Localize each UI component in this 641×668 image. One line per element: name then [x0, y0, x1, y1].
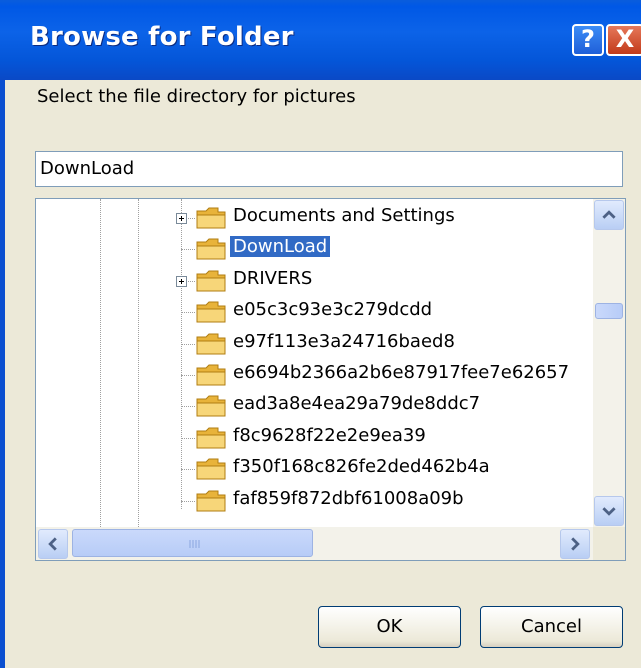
- vertical-scrollbar[interactable]: [593, 199, 625, 527]
- help-icon: ?: [581, 25, 595, 53]
- tree-branch-line: [181, 249, 195, 251]
- scroll-left-button[interactable]: [38, 529, 68, 559]
- folder-icon: [196, 333, 226, 355]
- tree-item-label: DRIVERS: [233, 267, 313, 289]
- folder-icon: [196, 238, 226, 260]
- scroll-down-icon: [602, 507, 616, 516]
- expand-plus-icon[interactable]: [176, 213, 187, 224]
- scroll-right-button[interactable]: [560, 529, 590, 559]
- scroll-left-icon: [48, 537, 57, 551]
- folder-icon: [196, 270, 226, 292]
- folder-tree[interactable]: Documents and Settings DownLoad DRIVERS e05…: [35, 198, 626, 561]
- title-bar[interactable]: Browse for Folder ? X: [0, 0, 641, 80]
- tree-item-label: e6694b2366a2b6e87917fee7e62657: [233, 362, 570, 383]
- grip-icon: [189, 540, 200, 548]
- dialog-prompt: Select the file directory for pictures: [37, 86, 356, 107]
- folder-path-field[interactable]: DownLoad: [35, 151, 623, 187]
- tree-guide-line: [100, 199, 101, 527]
- cancel-button[interactable]: Cancel: [480, 606, 623, 648]
- tree-item-label: Documents and Settings: [233, 205, 455, 226]
- ok-button[interactable]: OK: [318, 606, 461, 648]
- folder-icon: [196, 490, 226, 512]
- tree-branch-line: [181, 406, 195, 408]
- scroll-up-icon: [602, 210, 616, 219]
- folder-icon: [196, 458, 226, 480]
- tree-item-label: f8c9628f22e2e9ea39: [233, 424, 426, 446]
- folder-icon: [196, 207, 226, 229]
- tree-guide-line: [138, 199, 139, 527]
- help-button[interactable]: ?: [572, 24, 604, 56]
- tree-item-label: faf859f872dbf61008a09b: [233, 487, 464, 509]
- tree-item-label: DownLoad: [230, 236, 331, 258]
- tree-branch-line: [181, 343, 195, 345]
- tree-branch-line: [181, 500, 195, 502]
- window-border: [0, 80, 5, 668]
- close-icon: X: [615, 25, 635, 53]
- tree-item-label: e05c3c93e3c279dcdd: [233, 299, 433, 321]
- tree-branch-line: [181, 469, 195, 471]
- tree-branch-line: [181, 375, 195, 376]
- tree-item-label: f350f168c826fe2ded462b4a: [233, 456, 490, 478]
- folder-icon: [196, 301, 226, 323]
- expand-plus-icon[interactable]: [176, 275, 187, 287]
- folder-icon: [196, 427, 226, 449]
- window-title: Browse for Folder: [30, 22, 294, 52]
- close-button[interactable]: X: [606, 24, 641, 56]
- scroll-up-button[interactable]: [594, 200, 624, 230]
- tree-item-label: e97f113e3a24716baed8: [233, 330, 455, 352]
- tree-guide-line: [181, 199, 182, 509]
- scrollbar-corner: [593, 527, 625, 560]
- horizontal-scroll-thumb[interactable]: [72, 529, 313, 557]
- folder-icon: [196, 364, 226, 386]
- tree-branch-line: [181, 312, 195, 314]
- tree-item-label: ead3a8e4ea29a79de8ddc7: [233, 393, 481, 415]
- horizontal-scrollbar[interactable]: [36, 527, 593, 560]
- vertical-scroll-thumb[interactable]: [595, 303, 623, 319]
- scroll-right-icon: [571, 537, 580, 551]
- folder-icon: [196, 395, 226, 417]
- browse-for-folder-dialog: Browse for Folder ? X Select the file di…: [0, 0, 641, 668]
- tree-branch-line: [181, 437, 195, 439]
- scroll-down-button[interactable]: [594, 496, 624, 526]
